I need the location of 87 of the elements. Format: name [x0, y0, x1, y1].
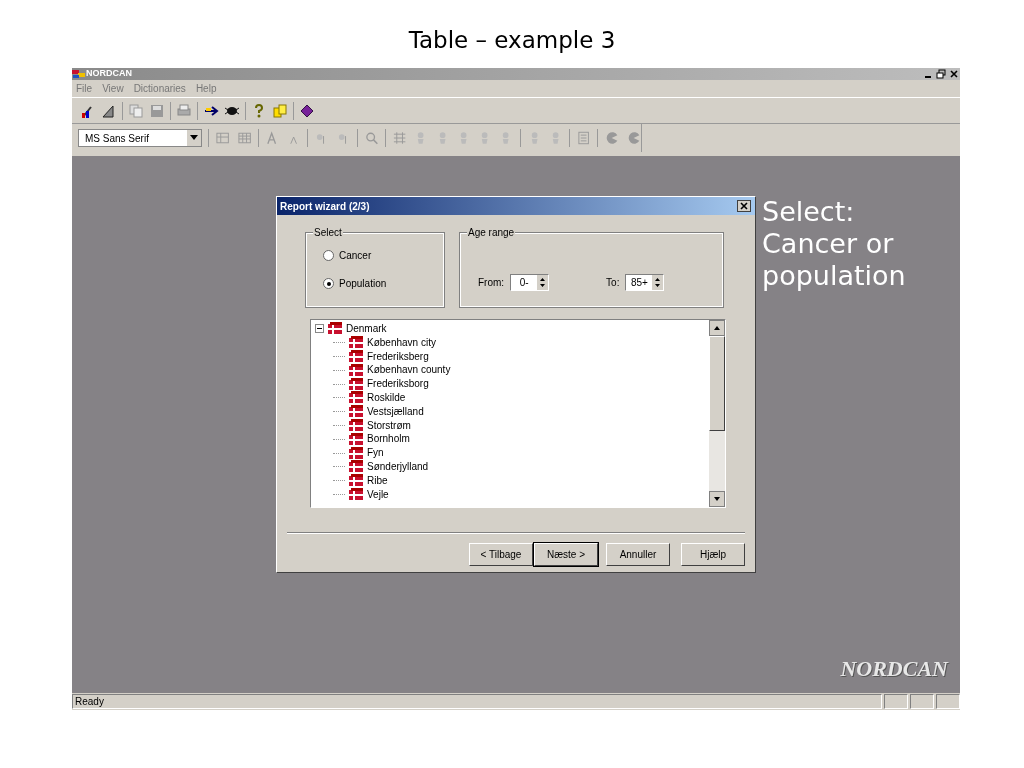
collapse-icon[interactable]: [315, 324, 324, 334]
tree-item[interactable]: Bornholm: [315, 432, 705, 447]
flag-icon: [348, 363, 364, 377]
tree-label: Vestsjælland: [367, 404, 424, 419]
tree-label: Denmark: [346, 322, 387, 336]
flag-icon: [348, 405, 364, 419]
spin-arrows-icon[interactable]: [652, 274, 664, 290]
close-icon[interactable]: [948, 69, 960, 79]
folder-icon[interactable]: [272, 102, 288, 119]
tree-item[interactable]: Frederiksborg: [315, 377, 705, 391]
flag-icon: [348, 446, 364, 460]
tree-label: Frederiksborg: [367, 377, 429, 391]
tree-label: Ribe: [367, 473, 388, 488]
pie-icon[interactable]: [604, 130, 620, 146]
flag-icon: [348, 432, 364, 446]
spin-field[interactable]: 0-: [510, 273, 550, 291]
scroll-thumb[interactable]: [709, 336, 725, 431]
annotation-text: Select: Cancer or population: [762, 196, 907, 292]
tree-label: København city: [367, 335, 436, 350]
flag-icon: [348, 487, 364, 501]
spin-value: 85+: [629, 275, 649, 290]
dialog-button[interactable]: < Tilbage: [469, 543, 533, 566]
window-title: NORDCAN: [86, 67, 132, 81]
radio-label: Cancer: [339, 249, 372, 263]
font-select-value: MS Sans Serif: [85, 131, 149, 146]
tree-label: Fyn: [367, 446, 384, 460]
radio-button[interactable]: [323, 250, 334, 261]
group-label: Age range: [467, 227, 516, 239]
save-icon[interactable]: [149, 102, 165, 119]
field-label: From:: [478, 275, 505, 290]
radio-label: Population: [339, 277, 387, 291]
tree-label: Bornholm: [367, 432, 410, 447]
print-icon[interactable]: [176, 102, 192, 119]
tree-label: København county: [367, 363, 451, 378]
flag-icon: [348, 391, 364, 405]
table-icon[interactable]: [215, 130, 231, 146]
scrollbar[interactable]: [709, 320, 725, 507]
grid-icon[interactable]: [236, 130, 252, 146]
tree-item[interactable]: Vestsjælland: [315, 404, 705, 419]
spin-field[interactable]: 85+: [625, 273, 665, 291]
group-label: Select: [313, 227, 343, 239]
tree-item[interactable]: Sønderjylland: [315, 459, 705, 474]
search-icon[interactable]: [363, 130, 380, 146]
tree-item[interactable]: Denmark: [315, 322, 705, 336]
dialog-title: Report wizard (2/3): [280, 199, 370, 214]
flag-icon: [348, 336, 364, 350]
tree-item[interactable]: Vejle: [315, 487, 705, 502]
tree-label: Vejle: [367, 487, 389, 502]
tree-item[interactable]: København city: [315, 335, 705, 350]
tree-label: Sønderjylland: [367, 459, 429, 474]
dropdown-icon[interactable]: [187, 130, 202, 146]
flag-icon: [348, 350, 364, 363]
logo-text: NORDCAN: [840, 655, 948, 683]
tree-item[interactable]: Storstrøm: [315, 418, 705, 433]
tree-item[interactable]: Frederiksberg: [315, 349, 705, 364]
spin-arrows-icon[interactable]: [537, 274, 549, 290]
dialog-button[interactable]: Annuller: [606, 543, 670, 566]
tree-label: Frederiksberg: [367, 349, 429, 364]
close-icon[interactable]: [737, 200, 751, 212]
tree-label: Storstrøm: [367, 418, 411, 433]
tree-view[interactable]: Denmark København city Frederiksberg København county Frederiksborg Roskilde Vestsjælland Storstrøm Bornholm Fyn Sønderjylland Ribe Vejle: [310, 319, 726, 508]
slide-title: Table – example 3: [407, 26, 617, 55]
scroll-up-icon[interactable]: [709, 320, 725, 336]
flag-icon: [348, 474, 364, 488]
flag-icon: [348, 377, 364, 391]
spin-value: 0-: [518, 275, 530, 290]
list-icon[interactable]: [576, 130, 592, 146]
flag-icon: [348, 460, 364, 474]
font-select[interactable]: MS Sans Serif: [78, 129, 203, 147]
scroll-down-icon[interactable]: [709, 491, 725, 507]
radio-button[interactable]: [323, 278, 334, 289]
tree-item[interactable]: København county: [315, 363, 705, 378]
dialog-button[interactable]: Næste >: [534, 543, 598, 566]
radio-option[interactable]: Cancer: [323, 248, 443, 263]
flag-icon: [348, 418, 364, 432]
tree-item[interactable]: Roskilde: [315, 391, 705, 405]
radio-option[interactable]: Population: [323, 276, 443, 291]
tree-item[interactable]: Ribe: [315, 473, 705, 488]
field-label: To:: [606, 275, 620, 290]
copy-icon[interactable]: [128, 102, 144, 119]
tree-item[interactable]: Fyn: [315, 446, 705, 460]
dialog-button[interactable]: Hjælp: [681, 543, 745, 566]
status-text: Ready: [72, 694, 882, 709]
flag-icon: [327, 322, 343, 336]
app-icon: [72, 69, 86, 79]
tree-label: Roskilde: [367, 391, 406, 405]
restore-icon[interactable]: [935, 69, 947, 79]
